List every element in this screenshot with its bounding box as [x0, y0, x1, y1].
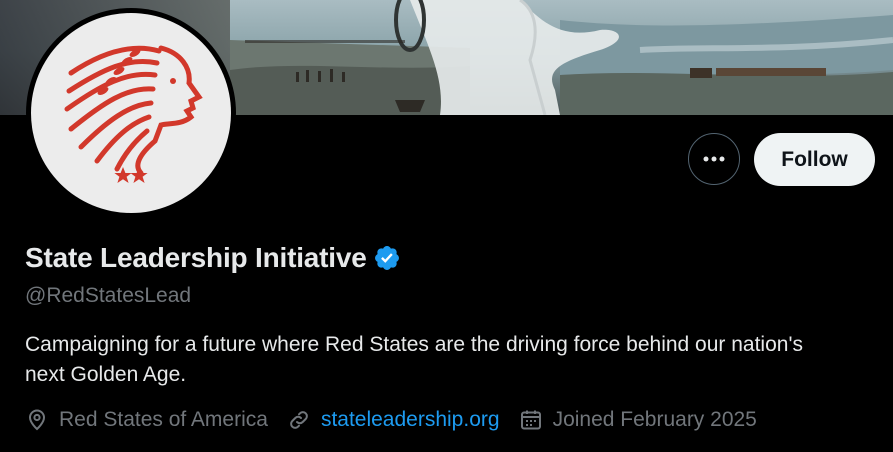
profile-bio: Campaigning for a future where Red State…	[25, 333, 803, 386]
calendar-icon	[519, 408, 543, 432]
liberty-head-logo-icon	[64, 45, 203, 183]
profile-avatar[interactable]	[26, 8, 236, 218]
link-icon	[287, 408, 311, 432]
profile-meta-row: Red States of America stateleadership.or…	[25, 408, 776, 432]
website-link[interactable]: stateleadership.org	[321, 408, 500, 432]
location-text: Red States of America	[59, 408, 268, 431]
verified-badge-icon[interactable]	[373, 244, 401, 272]
organization-logo	[31, 13, 231, 213]
profile-name: State Leadership Initiative	[25, 242, 367, 273]
profile-joined: Joined February 2025	[519, 408, 757, 432]
profile-location: Red States of America	[25, 408, 268, 432]
joined-text: Joined February 2025	[552, 408, 757, 431]
profile-website[interactable]: stateleadership.org	[287, 408, 500, 432]
follow-button[interactable]: Follow	[754, 133, 875, 186]
profile-name-row: State Leadership Initiative	[25, 242, 401, 274]
location-pin-icon	[25, 408, 49, 432]
more-horizontal-icon	[703, 156, 725, 162]
more-options-button[interactable]	[688, 133, 740, 185]
profile-handle: @RedStatesLead	[25, 284, 192, 307]
